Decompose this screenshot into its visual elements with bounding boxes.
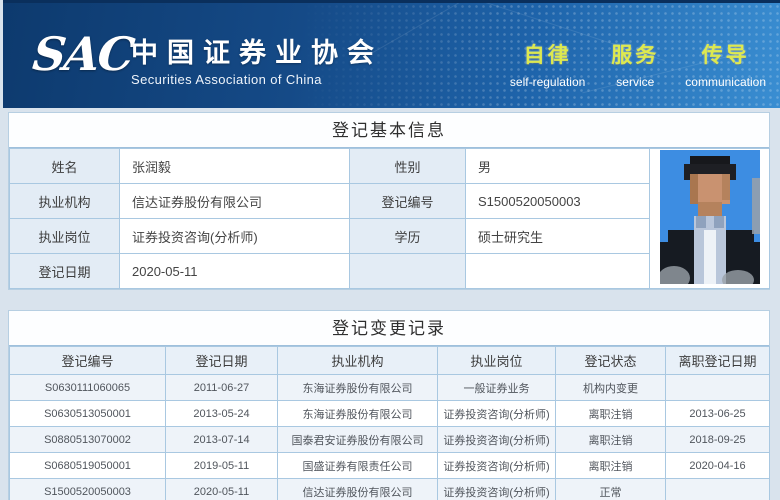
cell-status: 正常 bbox=[556, 479, 666, 500]
field-value: 证券投资咨询(分析师) bbox=[120, 219, 350, 254]
table-row: S1500520050003 2020-05-11 信达证券股份有限公司 证券投… bbox=[10, 479, 770, 500]
sac-logo: SAC bbox=[30, 27, 135, 81]
cell-status: 离职注销 bbox=[556, 427, 666, 453]
field-value: 信达证券股份有限公司 bbox=[120, 184, 350, 219]
cell-resign-date: 2020-04-16 bbox=[666, 453, 770, 479]
table-header-row: 登记编号 登记日期 执业机构 执业岗位 登记状态 离职登记日期 bbox=[10, 347, 770, 375]
field-label: 执业机构 bbox=[10, 184, 120, 219]
table-row: S0630111060065 2011-06-27 东海证券股份有限公司 一般证… bbox=[10, 375, 770, 401]
field-label: 登记日期 bbox=[10, 254, 120, 289]
cell-reg-number: S0880513070002 bbox=[10, 427, 166, 453]
column-header: 执业岗位 bbox=[438, 347, 556, 375]
table-row: S0880513070002 2013-07-14 国泰君安证券股份有限公司 证… bbox=[10, 427, 770, 453]
cell-reg-date: 2020-05-11 bbox=[166, 479, 278, 500]
field-label: 学历 bbox=[350, 219, 466, 254]
slogan-cn: 服务 bbox=[611, 39, 659, 69]
change-records-title: 登记变更记录 bbox=[9, 311, 769, 346]
cell-institution: 东海证券股份有限公司 bbox=[278, 375, 438, 401]
column-header: 登记状态 bbox=[556, 347, 666, 375]
slogan-block: 自律 self-regulation 服务 service 传导 communi… bbox=[510, 39, 766, 89]
cell-resign-date: 2018-09-25 bbox=[666, 427, 770, 453]
field-value: 2020-05-11 bbox=[120, 254, 350, 289]
slogan-cn: 传导 bbox=[702, 39, 750, 69]
table-row: S0680519050001 2019-05-11 国盛证券有限责任公司 证券投… bbox=[10, 453, 770, 479]
cell-resign-date bbox=[666, 375, 770, 401]
change-records-table: 登记编号 登记日期 执业机构 执业岗位 登记状态 离职登记日期 S0630111… bbox=[9, 346, 770, 500]
cell-position: 证券投资咨询(分析师) bbox=[438, 427, 556, 453]
slogan-service: 服务 service bbox=[611, 39, 659, 89]
portrait-photo-cell bbox=[650, 149, 770, 289]
cell-reg-date: 2013-05-24 bbox=[166, 401, 278, 427]
field-label bbox=[350, 254, 466, 289]
change-records-section: 登记变更记录 登记编号 登记日期 执业机构 执业岗位 登记状态 离职登记日期 S… bbox=[8, 310, 770, 500]
field-label: 姓名 bbox=[10, 149, 120, 184]
slogan-en: communication bbox=[685, 75, 766, 89]
cell-status: 离职注销 bbox=[556, 453, 666, 479]
cell-reg-number: S0630513050001 bbox=[10, 401, 166, 427]
slogan-en: service bbox=[616, 75, 654, 89]
cell-institution: 信达证券股份有限公司 bbox=[278, 479, 438, 500]
field-value: S1500520050003 bbox=[466, 184, 650, 219]
cell-status: 离职注销 bbox=[556, 401, 666, 427]
cell-reg-number: S0680519050001 bbox=[10, 453, 166, 479]
cell-position: 一般证券业务 bbox=[438, 375, 556, 401]
org-name-english: Securities Association of China bbox=[131, 72, 383, 87]
cell-position: 证券投资咨询(分析师) bbox=[438, 479, 556, 500]
cell-position: 证券投资咨询(分析师) bbox=[438, 401, 556, 427]
cell-reg-date: 2019-05-11 bbox=[166, 453, 278, 479]
top-banner: SAC 中国证券业协会 Securities Association of Ch… bbox=[3, 0, 780, 108]
table-row: S0630513050001 2013-05-24 东海证券股份有限公司 证券投… bbox=[10, 401, 770, 427]
cell-institution: 国盛证券有限责任公司 bbox=[278, 453, 438, 479]
basic-info-section: 登记基本信息 姓名 张润毅 性别 男 bbox=[8, 112, 770, 290]
column-header: 登记日期 bbox=[166, 347, 278, 375]
field-value: 张润毅 bbox=[120, 149, 350, 184]
cell-reg-number: S1500520050003 bbox=[10, 479, 166, 500]
basic-info-table: 姓名 张润毅 性别 男 bbox=[9, 148, 770, 289]
column-header: 离职登记日期 bbox=[666, 347, 770, 375]
field-label: 执业岗位 bbox=[10, 219, 120, 254]
field-label: 登记编号 bbox=[350, 184, 466, 219]
cell-resign-date: 2013-06-25 bbox=[666, 401, 770, 427]
slogan-self-regulation: 自律 self-regulation bbox=[510, 39, 585, 89]
slogan-cn: 自律 bbox=[524, 39, 572, 69]
slogan-en: self-regulation bbox=[510, 75, 585, 89]
cell-reg-date: 2013-07-14 bbox=[166, 427, 278, 453]
cell-reg-date: 2011-06-27 bbox=[166, 375, 278, 401]
basic-info-title: 登记基本信息 bbox=[9, 113, 769, 148]
org-name-chinese: 中国证券业协会 bbox=[131, 31, 383, 70]
cell-reg-number: S0630111060065 bbox=[10, 375, 166, 401]
column-header: 执业机构 bbox=[278, 347, 438, 375]
column-header: 登记编号 bbox=[10, 347, 166, 375]
field-value: 硕士研究生 bbox=[466, 219, 650, 254]
cell-position: 证券投资咨询(分析师) bbox=[438, 453, 556, 479]
field-value: 男 bbox=[466, 149, 650, 184]
org-title-block: 中国证券业协会 Securities Association of China bbox=[131, 31, 383, 87]
slogan-communication: 传导 communication bbox=[685, 39, 766, 89]
cell-institution: 东海证券股份有限公司 bbox=[278, 401, 438, 427]
portrait-photo bbox=[660, 150, 760, 284]
cell-institution: 国泰君安证券股份有限公司 bbox=[278, 427, 438, 453]
table-row: 姓名 张润毅 性别 男 bbox=[10, 149, 770, 184]
cell-resign-date bbox=[666, 479, 770, 500]
field-value bbox=[466, 254, 650, 289]
field-label: 性别 bbox=[350, 149, 466, 184]
cell-status: 机构内变更 bbox=[556, 375, 666, 401]
